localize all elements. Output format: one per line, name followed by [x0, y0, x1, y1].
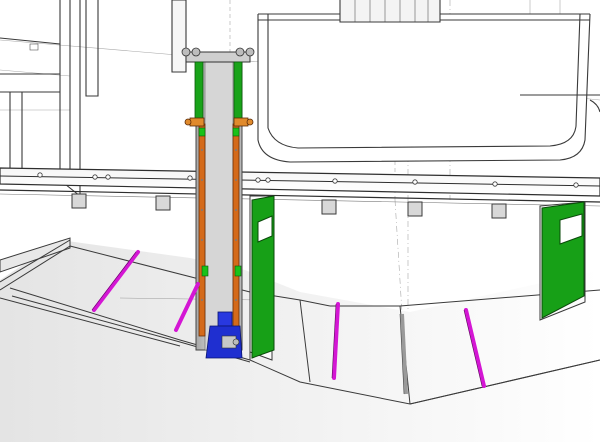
ship-section-model[interactable]	[0, 0, 600, 442]
cad-3d-viewport[interactable]	[0, 0, 600, 442]
deck-girder	[0, 167, 600, 219]
small-detail	[29, 43, 39, 51]
upper-hull-structure	[0, 0, 600, 198]
girder-lugs	[71, 193, 507, 219]
guide-rail-left	[198, 123, 206, 337]
rail-frame-right-top	[233, 61, 243, 125]
lower-hull-floor	[0, 237, 600, 442]
guide-rail-right	[232, 123, 240, 337]
rail-frame-left-top	[194, 61, 204, 125]
